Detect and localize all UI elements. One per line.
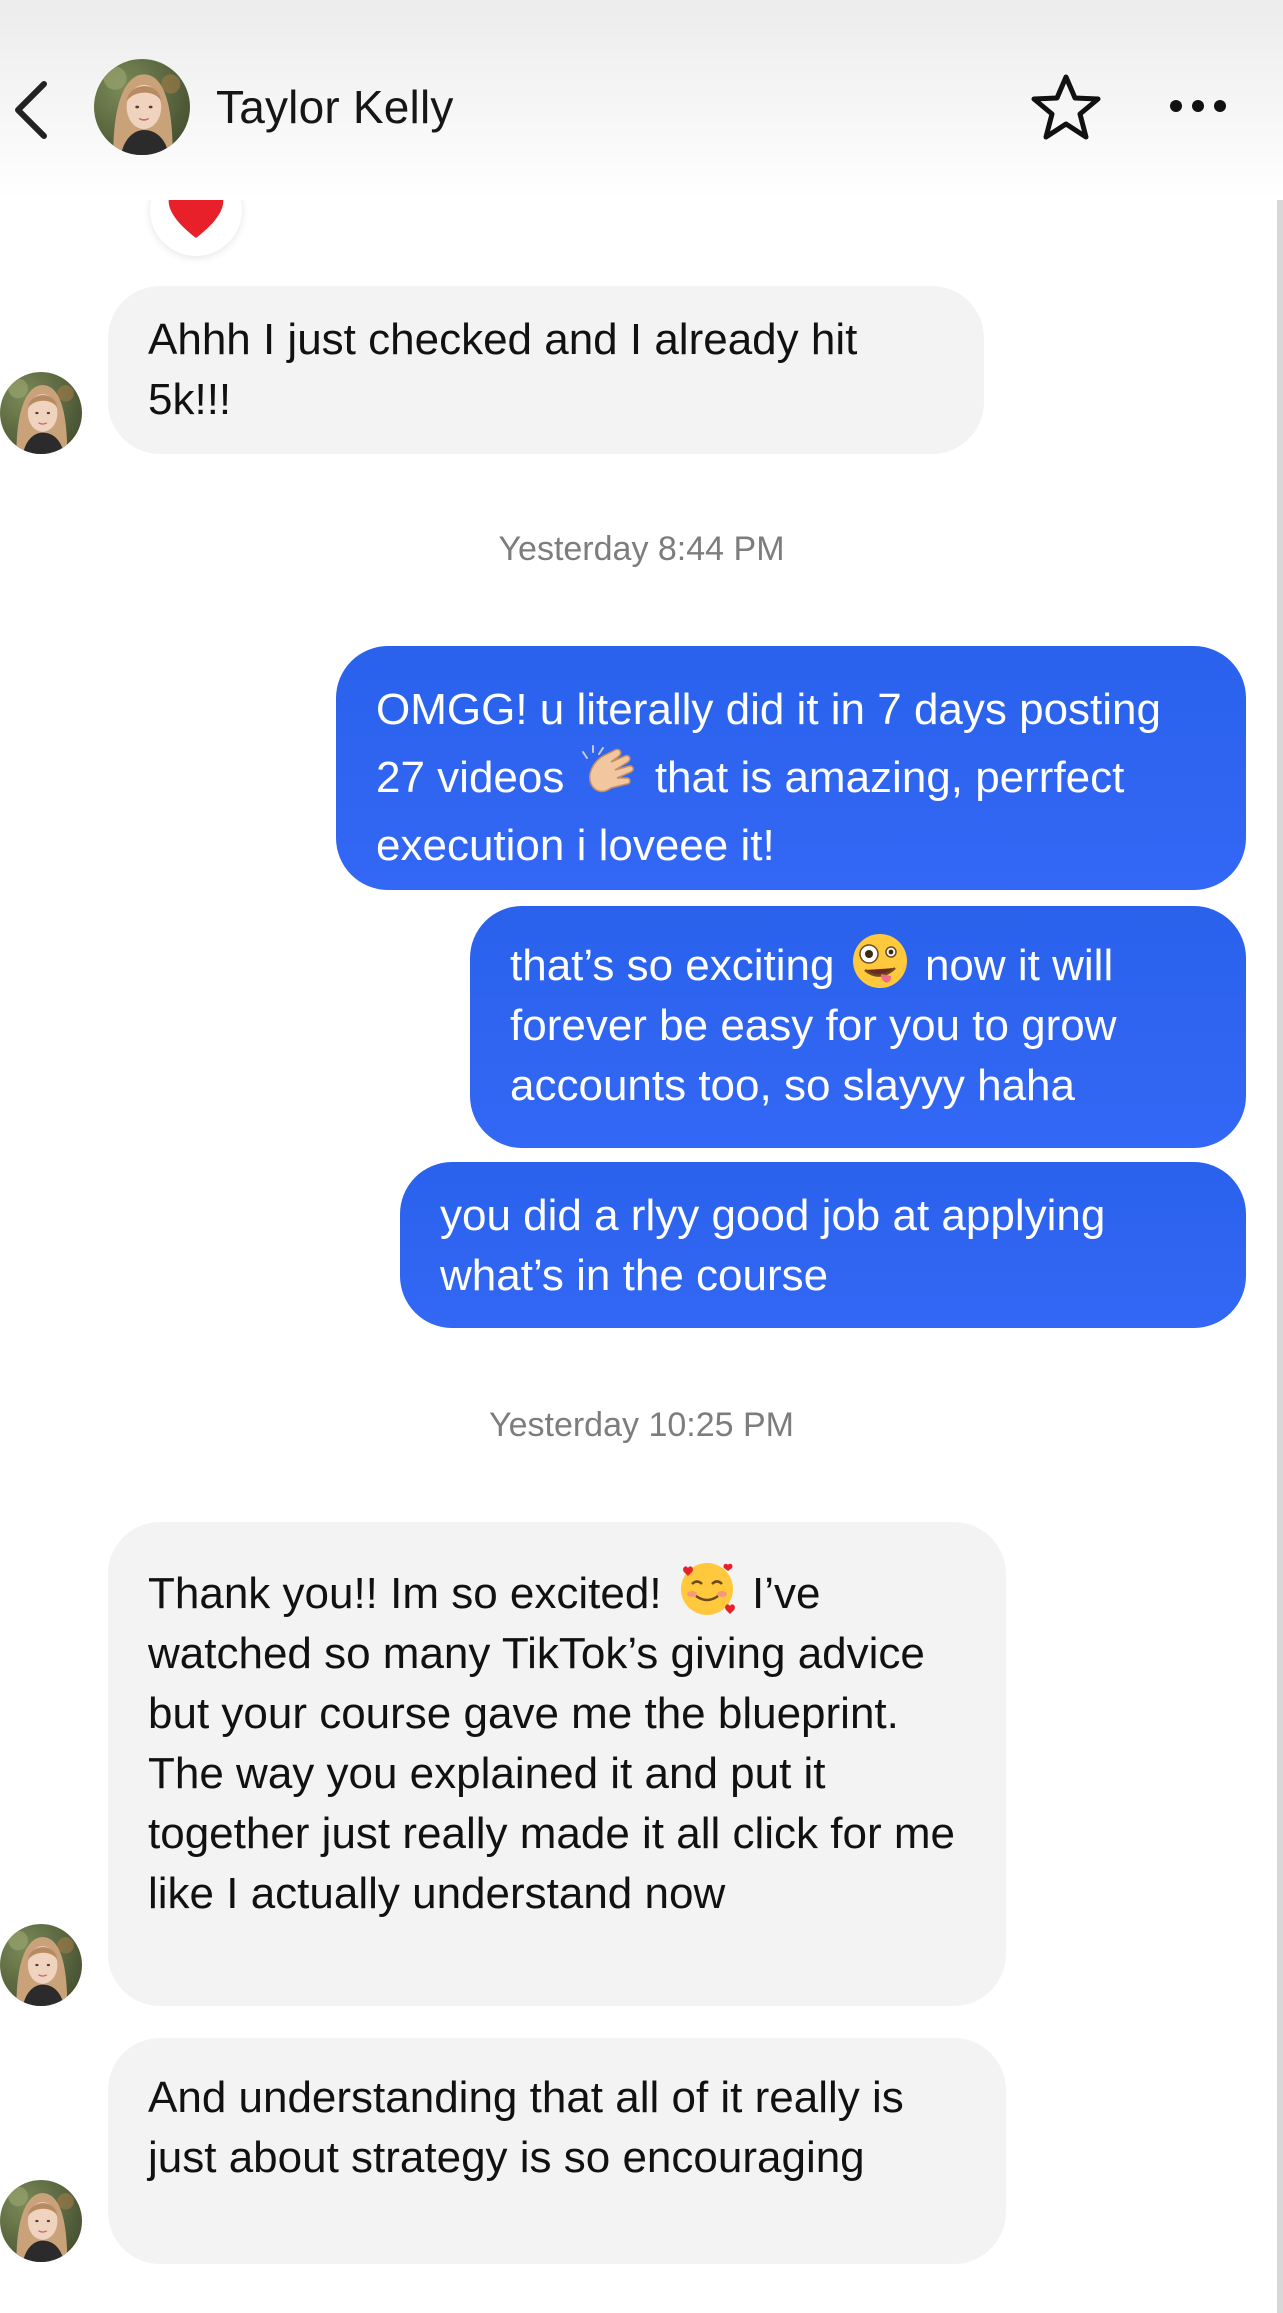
timestamp: Yesterday 8:44 PM (498, 530, 785, 568)
sender-avatar[interactable] (0, 2180, 82, 2262)
profile-photo (0, 2180, 82, 2262)
incoming-message[interactable]: Ahhh I just checked and I already hit 5k… (108, 286, 984, 454)
favorite-button[interactable] (1030, 72, 1102, 144)
timestamp: Yesterday 10:25 PM (489, 1406, 794, 1444)
message-text: Thank you!! Im so excited! (148, 1569, 662, 1618)
more-options-button[interactable] (1166, 92, 1230, 120)
contact-name[interactable]: Taylor Kelly (216, 80, 454, 134)
scroll-edge (1277, 0, 1283, 2313)
message-text: Ahhh I just checked and I already hit 5k… (148, 315, 858, 424)
sender-avatar[interactable] (0, 372, 82, 454)
clapping-hands-emoji (581, 744, 639, 802)
more-horizontal-icon (1170, 100, 1226, 112)
message-text: I’ve watched so many TikTok’s giving adv… (148, 1569, 955, 1918)
star-outline-icon (1031, 74, 1101, 140)
message-text: that’s so exciting (510, 941, 835, 990)
sender-avatar[interactable] (0, 1924, 82, 2006)
back-button[interactable] (10, 78, 54, 142)
profile-photo (0, 1924, 82, 2006)
incoming-message[interactable]: And understanding that all of it really … (108, 2038, 1006, 2264)
profile-photo (0, 372, 82, 454)
zany-face-emoji (851, 932, 909, 990)
outgoing-message[interactable]: you did a rlyy good job at applying what… (400, 1162, 1246, 1328)
message-text: And understanding that all of it really … (148, 2073, 904, 2182)
profile-photo (94, 59, 190, 155)
chat-header: Taylor Kelly (0, 0, 1283, 200)
contact-avatar[interactable] (94, 59, 190, 155)
message-text: you did a rlyy good job at applying what… (440, 1191, 1106, 1300)
smiling-face-with-hearts-emoji (678, 1560, 736, 1618)
outgoing-message[interactable]: that’s so exciting now it will forever b… (470, 906, 1246, 1148)
outgoing-message[interactable]: OMGG! u literally did it in 7 days posti… (336, 646, 1246, 890)
chevron-left-icon (15, 81, 47, 139)
incoming-message[interactable]: Thank you!! Im so excited! I’ve watched … (108, 1522, 1006, 2006)
